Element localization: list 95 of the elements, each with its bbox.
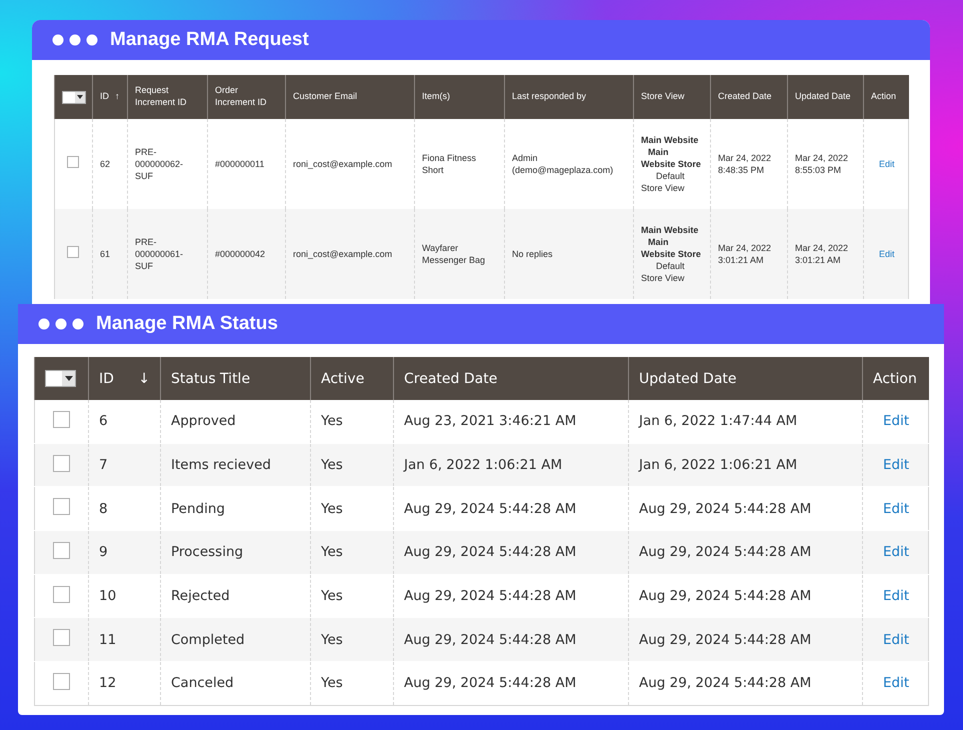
store-view-text: Main Website Main Website Store Default Store View bbox=[641, 134, 702, 194]
table-cell: Mar 24, 2022 8:55:03 PM bbox=[795, 152, 848, 175]
table-cell: Aug 29, 2024 5:44:28 AM bbox=[404, 544, 576, 560]
row-checkbox[interactable] bbox=[53, 454, 70, 472]
table-cell: Mar 24, 2022 8:48:35 PM bbox=[718, 152, 772, 175]
table-cell: Aug 29, 2024 5:44:28 AM bbox=[639, 632, 812, 648]
column-header[interactable]: Order Increment ID bbox=[208, 75, 286, 119]
edit-link[interactable]: Edit bbox=[883, 544, 910, 560]
table-cell: 8 bbox=[99, 500, 108, 517]
column-header[interactable]: Active bbox=[310, 357, 394, 400]
table-cell: 61 bbox=[100, 248, 110, 259]
column-header[interactable]: Last responded by bbox=[504, 75, 634, 119]
column-header[interactable]: Action bbox=[864, 75, 908, 119]
table-cell: Aug 29, 2024 5:44:28 AM bbox=[639, 544, 812, 560]
table-cell: Rejected bbox=[171, 588, 230, 604]
edit-link[interactable]: Edit bbox=[879, 248, 895, 260]
table-cell: 9 bbox=[99, 544, 108, 560]
table-cell: Wayfarer Messenger Bag bbox=[422, 242, 486, 265]
table-cell: Aug 29, 2024 5:44:28 AM bbox=[404, 588, 576, 604]
mass-select-dropdown[interactable] bbox=[62, 90, 86, 104]
column-header[interactable]: Customer Email bbox=[286, 75, 414, 119]
table-cell: Yes bbox=[321, 500, 343, 517]
edit-link[interactable]: Edit bbox=[883, 413, 910, 430]
table-cell: 7 bbox=[99, 457, 108, 474]
table-cell: Yes bbox=[321, 675, 343, 692]
table-cell: Items recieved bbox=[171, 457, 271, 474]
column-header[interactable]: Store View bbox=[634, 75, 710, 119]
column-header[interactable]: ID ↑ bbox=[92, 75, 128, 119]
table-cell: Jan 6, 2022 1:06:21 AM bbox=[639, 457, 798, 474]
table-cell: Yes bbox=[321, 457, 343, 474]
table-cell: Aug 29, 2024 5:44:28 AM bbox=[404, 675, 576, 692]
table-cell: #000000042 bbox=[215, 248, 266, 259]
table-cell: Admin (demo@mageplaza.com) bbox=[512, 152, 614, 175]
column-header[interactable]: Request Increment ID bbox=[128, 75, 208, 119]
table-cell: PRE-000000062-SUF bbox=[135, 146, 184, 182]
table-cell: roni_cost@example.com bbox=[293, 248, 392, 259]
table-cell: Jan 6, 2022 1:06:21 AM bbox=[404, 457, 562, 474]
row-checkbox[interactable] bbox=[53, 586, 70, 603]
edit-link[interactable]: Edit bbox=[883, 500, 910, 517]
caret-icon bbox=[77, 95, 83, 99]
table-cell: Aug 29, 2024 5:44:28 AM bbox=[404, 632, 576, 648]
table-cell: 12 bbox=[99, 675, 116, 692]
table-cell: Mar 24, 2022 3:01:21 AM bbox=[795, 242, 848, 265]
table-cell: Completed bbox=[171, 632, 245, 648]
store-view-text: Main Website Main Website Store Default Store View bbox=[641, 224, 702, 284]
edit-link[interactable]: Edit bbox=[883, 675, 910, 692]
table-cell: Processing bbox=[171, 544, 244, 560]
window-dots-icon bbox=[52, 34, 98, 46]
table-cell: Yes bbox=[321, 544, 343, 560]
table-cell: 10 bbox=[99, 588, 116, 604]
table-cell: 6 bbox=[99, 413, 108, 430]
edit-link[interactable]: Edit bbox=[883, 632, 910, 648]
window-dots-icon bbox=[38, 318, 84, 330]
table-cell: Aug 29, 2024 5:44:28 AM bbox=[639, 675, 812, 692]
column-header[interactable]: Updated Date bbox=[788, 75, 864, 119]
edit-link[interactable]: Edit bbox=[879, 158, 895, 170]
edit-link[interactable]: Edit bbox=[883, 457, 910, 474]
row-checkbox[interactable] bbox=[53, 498, 70, 516]
table-cell: roni_cost@example.com bbox=[293, 158, 392, 169]
mass-select-dropdown[interactable] bbox=[45, 370, 76, 387]
row-checkbox[interactable] bbox=[67, 156, 79, 168]
table-cell: Yes bbox=[321, 588, 343, 604]
table-cell: Yes bbox=[321, 413, 343, 430]
table-cell: PRE-000000061-SUF bbox=[135, 236, 184, 272]
panel-title: Manage RMA Request bbox=[110, 29, 309, 51]
table-cell: Aug 29, 2024 5:44:28 AM bbox=[639, 500, 812, 517]
table-cell: Aug 29, 2024 5:44:28 AM bbox=[404, 500, 576, 517]
row-checkbox[interactable] bbox=[53, 629, 70, 646]
column-header[interactable]: ID ↓ bbox=[88, 357, 160, 400]
row-checkbox[interactable] bbox=[53, 410, 70, 428]
row-checkbox[interactable] bbox=[67, 246, 79, 258]
table-cell: 11 bbox=[99, 632, 116, 648]
table-cell: Fiona Fitness Short bbox=[422, 152, 476, 175]
column-header[interactable]: Updated Date bbox=[628, 357, 862, 400]
row-checkbox[interactable] bbox=[53, 542, 70, 559]
table-cell: Jan 6, 2022 1:47:44 AM bbox=[639, 413, 798, 430]
table-cell: Approved bbox=[171, 413, 236, 430]
column-header[interactable]: Created Date bbox=[394, 357, 628, 400]
row-checkbox[interactable] bbox=[53, 672, 70, 690]
table-cell: Pending bbox=[171, 500, 225, 517]
panel-title: Manage RMA Status bbox=[96, 313, 278, 335]
table-cell: No replies bbox=[512, 248, 553, 259]
column-header[interactable]: Item(s) bbox=[414, 75, 504, 119]
column-header[interactable]: Action bbox=[862, 357, 928, 400]
caret-icon bbox=[64, 376, 72, 381]
table-cell: 62 bbox=[100, 158, 110, 169]
table-cell: #000000011 bbox=[215, 158, 264, 169]
table-cell: Yes bbox=[321, 632, 343, 648]
table-cell: Aug 23, 2021 3:46:21 AM bbox=[404, 413, 576, 430]
table-cell: Mar 24, 2022 3:01:21 AM bbox=[718, 242, 772, 265]
table-cell: Aug 29, 2024 5:44:28 AM bbox=[639, 588, 812, 604]
edit-link[interactable]: Edit bbox=[883, 588, 910, 604]
column-header[interactable]: Created Date bbox=[710, 75, 788, 119]
column-header[interactable]: Status Title bbox=[160, 357, 310, 400]
table-cell: Canceled bbox=[171, 675, 234, 692]
